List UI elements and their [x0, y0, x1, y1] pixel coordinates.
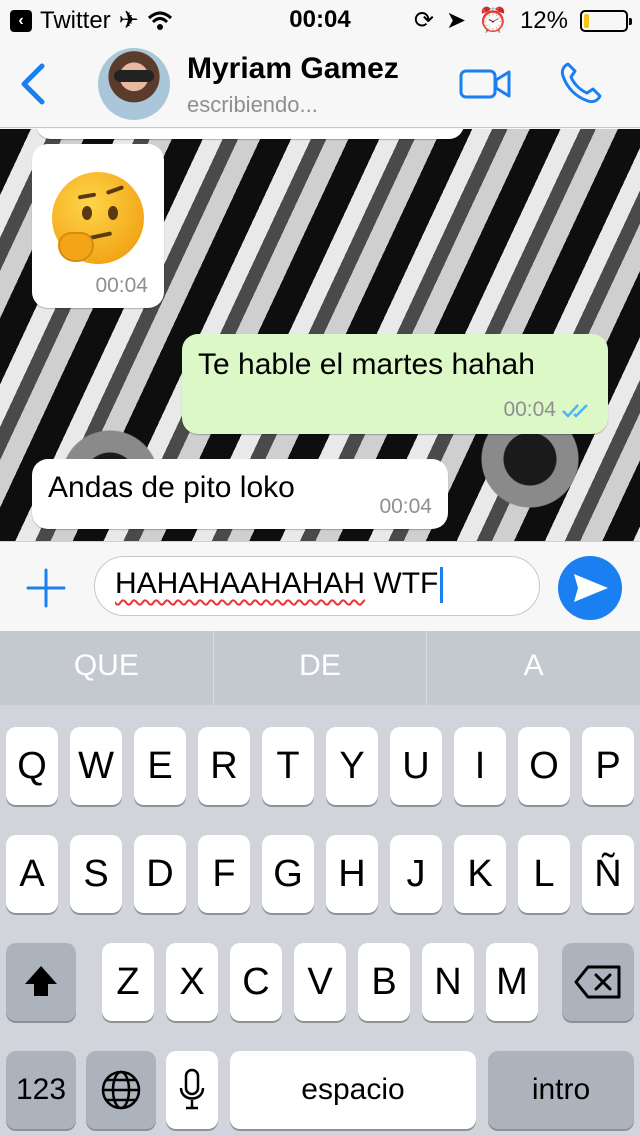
key-d[interactable]: D	[134, 835, 186, 913]
key-i[interactable]: I	[454, 727, 506, 805]
misspelled-word[interactable]: HAHAHAAHAHAH	[115, 567, 365, 600]
back-chevron-icon[interactable]	[14, 62, 54, 106]
outgoing-message[interactable]: Te hable el martes hahah 00:04	[182, 334, 608, 434]
send-button[interactable]	[558, 556, 622, 620]
key-y[interactable]: Y	[326, 727, 378, 805]
location-icon: ➤	[445, 7, 467, 34]
chat-header: Myriam Gamez escribiendo...	[0, 40, 640, 128]
key-p[interactable]: P	[582, 727, 634, 805]
delete-key[interactable]	[562, 943, 634, 1021]
return-key[interactable]: intro	[488, 1051, 634, 1129]
message-text: Andas de pito loko	[48, 471, 295, 504]
key-enye[interactable]: Ñ	[582, 835, 634, 913]
alarm-icon: ⏰	[478, 7, 508, 34]
backspace-icon	[574, 965, 621, 999]
key-f[interactable]: F	[198, 835, 250, 913]
suggestion-1[interactable]: QUE	[0, 631, 214, 705]
key-l[interactable]: L	[518, 835, 570, 913]
message-text-field[interactable]: HAHAHAAHAHAH WTF	[94, 556, 540, 616]
shift-arrow-icon	[25, 966, 57, 996]
key-v[interactable]: V	[294, 943, 346, 1021]
text-caret	[440, 567, 444, 604]
previous-message-bubble[interactable]	[36, 129, 464, 139]
thinking-face-icon	[52, 172, 144, 264]
dictation-key[interactable]	[166, 1051, 218, 1129]
suggestion-2[interactable]: DE	[214, 631, 428, 705]
incoming-message[interactable]: Andas de pito loko 00:04	[32, 459, 448, 529]
plus-icon[interactable]	[26, 568, 66, 608]
microphone-icon	[179, 1068, 205, 1110]
key-s[interactable]: S	[70, 835, 122, 913]
status-bar: ‹ Twitter ✈ 00:04 ⟳ ➤ ⏰ 12%	[0, 0, 640, 40]
key-e[interactable]: E	[134, 727, 186, 805]
send-arrow-icon	[574, 574, 608, 602]
chat-area[interactable]: 00:04 Te hable el martes hahah 00:04 And…	[0, 129, 640, 541]
key-c[interactable]: C	[230, 943, 282, 1021]
input-text-rest[interactable]: WTF	[365, 567, 438, 600]
suggestion-3[interactable]: A	[427, 631, 640, 705]
double-check-read-icon	[562, 404, 588, 418]
message-text: Te hable el martes hahah	[198, 348, 535, 381]
incoming-emoji-message[interactable]: 00:04	[32, 144, 164, 308]
key-b[interactable]: B	[358, 943, 410, 1021]
space-key[interactable]: espacio	[230, 1051, 476, 1129]
key-n[interactable]: N	[422, 943, 474, 1021]
avatar[interactable]	[98, 48, 170, 120]
shift-key[interactable]	[6, 943, 76, 1021]
key-x[interactable]: X	[166, 943, 218, 1021]
numbers-key[interactable]: 123	[6, 1051, 76, 1129]
key-o[interactable]: O	[518, 727, 570, 805]
globe-icon	[101, 1070, 141, 1110]
key-k[interactable]: K	[454, 835, 506, 913]
message-time: 00:04	[95, 274, 148, 297]
key-j[interactable]: J	[390, 835, 442, 913]
key-w[interactable]: W	[70, 727, 122, 805]
video-call-icon[interactable]	[458, 66, 512, 102]
battery-percent: 12%	[519, 6, 568, 34]
globe-key[interactable]	[86, 1051, 156, 1129]
key-z[interactable]: Z	[102, 943, 154, 1021]
predictive-suggestions: QUE DE A	[0, 631, 640, 705]
key-g[interactable]: G	[262, 835, 314, 913]
key-a[interactable]: A	[6, 835, 58, 913]
key-q[interactable]: Q	[6, 727, 58, 805]
message-time: 00:04	[503, 398, 556, 421]
message-input-bar: HAHAHAAHAHAH WTF	[0, 541, 640, 631]
key-m[interactable]: M	[486, 943, 538, 1021]
keyboard: QUE DE A Q W E R T Y U I O P A S D F G H J K L Ñ Z X C V B N M 123 e…	[0, 631, 640, 1136]
key-r[interactable]: R	[198, 727, 250, 805]
key-h[interactable]: H	[326, 835, 378, 913]
typing-status: escribiendo...	[187, 92, 318, 117]
key-u[interactable]: U	[390, 727, 442, 805]
battery-icon	[580, 9, 632, 32]
phone-icon[interactable]	[558, 60, 604, 106]
rotation-lock-icon: ⟳	[413, 7, 434, 34]
key-t[interactable]: T	[262, 727, 314, 805]
status-right: ⟳ ➤ ⏰ 12%	[413, 6, 632, 35]
contact-name[interactable]: Myriam Gamez	[187, 52, 399, 86]
message-time: 00:04	[379, 495, 432, 518]
